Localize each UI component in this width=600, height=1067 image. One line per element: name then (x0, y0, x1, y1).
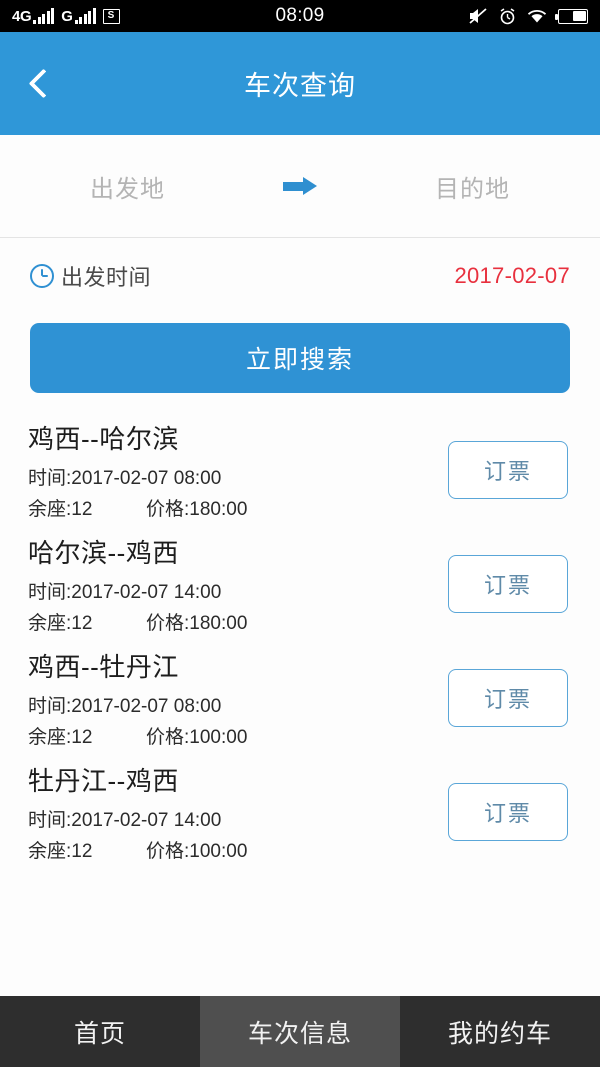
trip-price: 价格:100:00 (146, 727, 248, 748)
trip-time: 时间:2017-02-07 08:00 (28, 696, 222, 717)
back-button[interactable] (0, 32, 80, 135)
trip-meta: 余座:12 价格:100:00 (28, 722, 448, 749)
trip-info: 牡丹江--鸡西 时间:2017-02-07 14:00 余座:12 价格:100… (28, 761, 448, 863)
status-bar-clock: 08:09 (275, 5, 325, 26)
book-ticket-button[interactable]: 订票 (448, 441, 568, 499)
trip-route: 鸡西--牡丹江 (28, 652, 179, 682)
trip-time: 时间:2017-02-07 14:00 (28, 810, 222, 831)
list-item[interactable]: 牡丹江--鸡西 时间:2017-02-07 14:00 余座:12 价格:100… (0, 755, 600, 869)
search-button-container: 立即搜索 (0, 313, 600, 393)
trip-seats: 余座:12 (28, 727, 93, 748)
arrow-right-icon (255, 177, 345, 195)
trip-price: 价格:180:00 (146, 499, 248, 520)
app-header: 车次查询 (0, 32, 600, 135)
trip-price: 价格:100:00 (146, 841, 248, 862)
search-button[interactable]: 立即搜索 (30, 323, 570, 393)
departure-time-row[interactable]: 出发时间 2017-02-07 (0, 238, 600, 313)
book-ticket-button[interactable]: 订票 (448, 555, 568, 613)
departure-date-value[interactable]: 2017-02-07 (454, 263, 570, 289)
book-ticket-button[interactable]: 订票 (448, 783, 568, 841)
app-screen: 4G G S 08:09 车次查询 出发地 目的地 出发时间 2017-02-0… (0, 0, 600, 1067)
trip-route: 鸡西--哈尔滨 (28, 424, 179, 454)
trip-time: 时间:2017-02-07 14:00 (28, 582, 222, 603)
trip-meta: 余座:12 价格:180:00 (28, 494, 448, 521)
tab-home[interactable]: 首页 (0, 996, 200, 1067)
trip-info: 哈尔滨--鸡西 时间:2017-02-07 14:00 余座:12 价格:180… (28, 533, 448, 635)
trip-seats: 余座:12 (28, 841, 93, 862)
battery-icon (555, 8, 588, 24)
list-item[interactable]: 哈尔滨--鸡西 时间:2017-02-07 14:00 余座:12 价格:180… (0, 527, 600, 641)
trip-seats: 余座:12 (28, 613, 93, 634)
chevron-left-icon (28, 68, 58, 99)
departure-time-label-group: 出发时间 (30, 260, 151, 292)
trip-time: 时间:2017-02-07 08:00 (28, 468, 222, 489)
trip-info: 鸡西--牡丹江 时间:2017-02-07 08:00 余座:12 价格:100… (28, 647, 448, 749)
origin-input[interactable]: 出发地 (0, 169, 255, 204)
book-ticket-button[interactable]: 订票 (448, 669, 568, 727)
status-bar: 4G G S 08:09 (0, 0, 600, 32)
trip-route: 哈尔滨--鸡西 (28, 538, 179, 568)
tab-my-booking[interactable]: 我的约车 (400, 996, 600, 1067)
results-list: 鸡西--哈尔滨 时间:2017-02-07 08:00 余座:12 价格:180… (0, 393, 600, 869)
list-item[interactable]: 鸡西--牡丹江 时间:2017-02-07 08:00 余座:12 价格:100… (0, 641, 600, 755)
route-selector: 出发地 目的地 (0, 135, 600, 238)
tab-trip-info[interactable]: 车次信息 (200, 996, 400, 1067)
trip-route: 牡丹江--鸡西 (28, 766, 179, 796)
departure-time-label: 出发时间 (61, 264, 152, 290)
bottom-tab-bar: 首页 车次信息 我的约车 (0, 996, 600, 1067)
list-item[interactable]: 鸡西--哈尔滨 时间:2017-02-07 08:00 余座:12 价格:180… (0, 413, 600, 527)
trip-seats: 余座:12 (28, 499, 93, 520)
page-title: 车次查询 (244, 71, 356, 101)
clock-icon (30, 263, 54, 288)
destination-input[interactable]: 目的地 (345, 169, 600, 204)
trip-price: 价格:180:00 (146, 613, 248, 634)
trip-info: 鸡西--哈尔滨 时间:2017-02-07 08:00 余座:12 价格:180… (28, 419, 448, 521)
trip-meta: 余座:12 价格:100:00 (28, 836, 448, 863)
trip-meta: 余座:12 价格:180:00 (28, 608, 448, 635)
